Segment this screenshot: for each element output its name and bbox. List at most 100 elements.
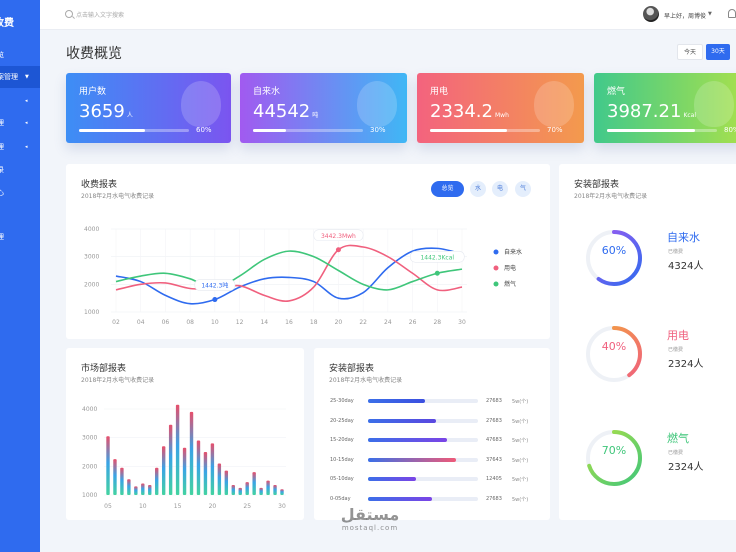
legend-marker (493, 249, 499, 255)
ring-percent: 60% (601, 244, 627, 257)
stat-number: 3659 (79, 101, 125, 122)
watermark-latin: mostaql.com (341, 524, 399, 532)
user-greeting[interactable]: 早上好，周博俊 (664, 11, 706, 20)
stat-card-users: 用户数 3659 人 60% (66, 73, 231, 143)
bar (155, 467, 159, 495)
hbar-fill (368, 477, 417, 481)
stat-number: 44542 (253, 101, 311, 122)
hbar-unit: 5w(个) (512, 438, 529, 444)
bar (106, 436, 110, 495)
ring-percent: 70% (601, 444, 627, 457)
ring-sub: 已缴费 (668, 450, 684, 456)
progress-track (79, 129, 189, 132)
sidebar-item-label: 理 (0, 119, 4, 127)
x-tick-label: 14 (260, 319, 268, 326)
stat-number: 3987.21 (607, 101, 682, 122)
hbar-value: 12405 (486, 476, 502, 482)
hbar-track (368, 399, 478, 403)
sidebar-item-4[interactable]: 理 ◂ (0, 112, 40, 134)
bar (203, 452, 208, 495)
legend-label: 用电 (504, 264, 516, 272)
x-tick-label: 26 (409, 319, 417, 326)
stat-unit: 吨 (312, 112, 319, 119)
bar (127, 479, 131, 495)
hbar-track (368, 496, 478, 501)
page-title: 收费概览 (66, 46, 122, 62)
stat-unit: Kcal (683, 112, 697, 119)
hbar-value: 37643 (486, 456, 502, 463)
sidebar-item-5[interactable]: 理 ◂ (0, 136, 40, 158)
ring-percent: 40% (601, 340, 627, 353)
bar (280, 489, 284, 495)
30-days-button[interactable]: 30天 (706, 44, 730, 60)
stat-label: 用户数 (79, 87, 107, 97)
stat-percent: 60% (196, 126, 212, 134)
stat-value: 44542 吨 (253, 101, 318, 122)
progress-track (430, 129, 540, 132)
y-tick-label: 3000 (82, 435, 97, 442)
y-tick-label: 4000 (82, 406, 97, 413)
bar (259, 487, 263, 495)
legend-marker (493, 281, 499, 287)
stat-value: 3659 人 (79, 101, 133, 122)
today-button[interactable]: 今天 (677, 44, 703, 60)
ring-count: 4324人 (668, 261, 704, 272)
x-tick-label: 02 (112, 319, 120, 326)
y-tick-label: 2000 (84, 281, 99, 288)
hbar-label: 0-05day (330, 495, 351, 502)
avatar[interactable] (643, 6, 659, 22)
hbar-unit: 5w(个) (512, 457, 529, 464)
search-input[interactable]: 点击输入文字搜索 (76, 10, 124, 19)
hbar-value: 27683 (486, 495, 502, 502)
callout-label: 1442.3Kcal (420, 254, 454, 261)
chevron-down-icon: ▼ (25, 74, 29, 80)
sidebar-item-8[interactable]: 理 (0, 226, 40, 248)
ring-label: 用电 (667, 329, 689, 342)
stat-value: 3987.21 Kcal (607, 101, 696, 122)
x-tick-label: 10 (139, 503, 147, 510)
x-tick-label: 16 (285, 319, 293, 326)
bar (252, 472, 256, 495)
bar (224, 470, 229, 495)
water-drop-icon (357, 81, 397, 127)
sidebar-item-7[interactable]: 心 (0, 182, 40, 204)
legend-label: 燃气 (504, 280, 516, 288)
sidebar-item-label: 理 (0, 233, 4, 241)
hbar-unit: 5w(个) (512, 477, 529, 483)
sidebar-item-label: 心 (0, 189, 4, 197)
hbar-label: 10-15day (330, 456, 354, 463)
progress-fill (253, 129, 286, 132)
lightning-icon (534, 81, 574, 127)
sidebar-item-overview[interactable]: 览 (0, 44, 40, 66)
bar (273, 484, 277, 495)
sidebar-item-3[interactable]: ◂ (0, 90, 40, 112)
sidebar-item-label: 录 (0, 166, 4, 174)
fee-report-card: 收费报表 2018年2月水电气收费记录 总览 水 电 气 4000 3000 200… (66, 164, 550, 339)
stat-label: 自来水 (253, 87, 281, 97)
bell-icon[interactable] (728, 9, 736, 18)
x-tick-label: 15 (174, 503, 182, 510)
hbar-fill (368, 496, 432, 501)
bar (182, 447, 187, 495)
flame-icon (694, 81, 734, 127)
hbar-fill (368, 457, 456, 462)
x-tick-label: 10 (211, 319, 219, 326)
install-report-card-right: 安装部报表 2018年2月水电气收费记录 60% 自来水 已缴费 4324人 4… (559, 164, 736, 520)
search-icon[interactable] (65, 10, 73, 18)
chevron-down-icon[interactable]: ▼ (708, 11, 712, 17)
sidebar-item-6[interactable]: 录 (0, 159, 40, 181)
hbar-track (368, 477, 478, 481)
stat-label: 燃气 (607, 87, 626, 97)
bar (217, 463, 222, 495)
sidebar-item-label: 案管理 (0, 73, 18, 81)
stat-card-water: 自来水 44542 吨 30% (240, 73, 407, 143)
ring-count: 2324人 (668, 359, 704, 370)
hbar-value: 27683 (486, 417, 502, 424)
x-tick-label: 24 (384, 319, 392, 326)
bar (113, 459, 117, 495)
sidebar-item-archive[interactable]: 案管理 ▼ (0, 66, 40, 88)
hbar-track (368, 457, 478, 462)
sidebar-item-label: 览 (0, 51, 4, 59)
x-tick-label: 22 (359, 319, 367, 326)
ring-label: 燃气 (667, 432, 689, 445)
